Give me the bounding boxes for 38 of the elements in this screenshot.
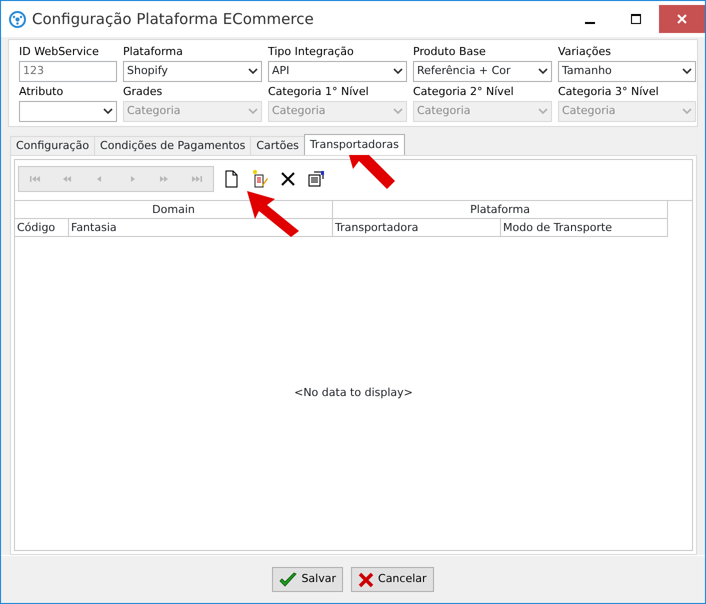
dropdown-field[interactable]: Tamanho <box>558 61 696 82</box>
properties-button[interactable] <box>306 169 326 189</box>
dropdown-field[interactable]: Shopify <box>123 61 262 82</box>
window-title: Configuração Plataforma ECommerce <box>32 8 315 30</box>
field-label: ID WebService <box>19 45 100 58</box>
input-field[interactable]: 123 <box>19 61 117 82</box>
edit-document-button[interactable] <box>250 169 270 189</box>
column-header[interactable]: Fantasia <box>69 219 333 237</box>
field-label: Categoria 3° Nível <box>558 85 660 98</box>
field-label: Atributo <box>19 85 64 98</box>
close-button[interactable] <box>659 5 705 33</box>
field-label: Produto Base <box>413 45 487 58</box>
app-icon <box>9 10 26 28</box>
tab[interactable]: Configuração <box>10 136 96 155</box>
dropdown-field[interactable]: API <box>268 61 407 82</box>
annotation-arrow <box>245 189 301 239</box>
column-group-header: Plataforma <box>333 201 668 219</box>
minimize-icon <box>585 22 595 24</box>
field-label: Categoria 1° Nível <box>268 85 370 98</box>
dropdown-field[interactable]: Referência + Cor <box>413 61 552 82</box>
column-group-header: Domain <box>15 201 333 219</box>
column-header[interactable]: Modo de Transporte <box>501 219 668 237</box>
field-label: Categoria 2° Nível <box>413 85 515 98</box>
field-label: Tipo Integração <box>268 45 355 58</box>
maximize-icon <box>631 14 641 24</box>
empty-message: <No data to display> <box>294 385 413 402</box>
tab[interactable]: Transportadoras <box>304 134 405 155</box>
dropdown-field[interactable] <box>19 101 117 122</box>
cross-icon <box>358 572 374 588</box>
save-button[interactable]: Salvar <box>272 567 344 592</box>
checkmark-icon <box>279 572 298 588</box>
field-label: Variações <box>558 45 612 58</box>
close-icon <box>677 14 687 24</box>
field-label: Plataforma <box>123 45 184 58</box>
cancel-button[interactable]: Cancelar <box>351 567 434 592</box>
column-header[interactable]: Transportadora <box>333 219 501 237</box>
column-header[interactable]: Código <box>15 219 69 237</box>
field-label: Grades <box>123 85 164 98</box>
